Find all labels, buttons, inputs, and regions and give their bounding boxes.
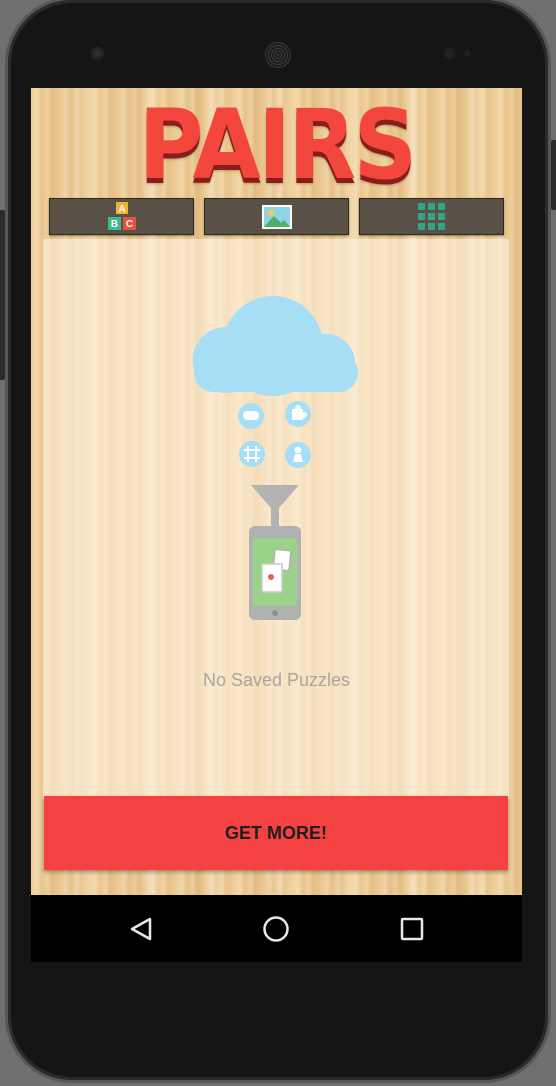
light-sensor (464, 50, 471, 57)
puzzle-icon (285, 401, 311, 427)
nav-home-button[interactable] (241, 895, 311, 962)
nav-recents-button[interactable] (377, 895, 447, 962)
volume-button (0, 210, 5, 380)
svg-text:C: C (125, 219, 132, 230)
funnel-icon (251, 485, 299, 526)
app-title: PAIRS (138, 89, 417, 201)
recents-icon (400, 917, 424, 940)
nav-back-button[interactable] (106, 895, 176, 962)
tab-alphabet[interactable]: A B C (49, 198, 194, 235)
tictactoe-icon (239, 441, 265, 467)
tab-grid[interactable] (359, 198, 504, 235)
power-button (551, 140, 556, 210)
home-icon (263, 915, 289, 942)
grid-icon (417, 202, 445, 230)
empty-state-message: No Saved Puzzles (202, 670, 351, 690)
cloud-to-phone-illustration (193, 296, 358, 620)
alphabet-blocks-icon: A B C (107, 201, 136, 230)
proximity-sensor (444, 48, 455, 59)
svg-text:A: A (118, 204, 125, 215)
earpiece-speaker (265, 42, 291, 68)
front-camera (91, 47, 104, 60)
tab-pictures[interactable] (204, 198, 349, 235)
svg-text:B: B (110, 219, 117, 230)
chess-pawn-icon (285, 442, 311, 468)
back-icon (130, 917, 152, 940)
category-tabs: A B C (49, 198, 504, 235)
phone-illustration-icon (249, 526, 301, 620)
get-more-button[interactable]: GET MORE! (44, 796, 508, 870)
app-screen: PAIRS A B C No Saved Puzzles GET MORE! (31, 88, 522, 895)
android-navigation-bar (31, 895, 522, 962)
picture-icon (261, 204, 292, 229)
gamepad-icon (238, 403, 264, 429)
cloud-icon (193, 296, 358, 396)
